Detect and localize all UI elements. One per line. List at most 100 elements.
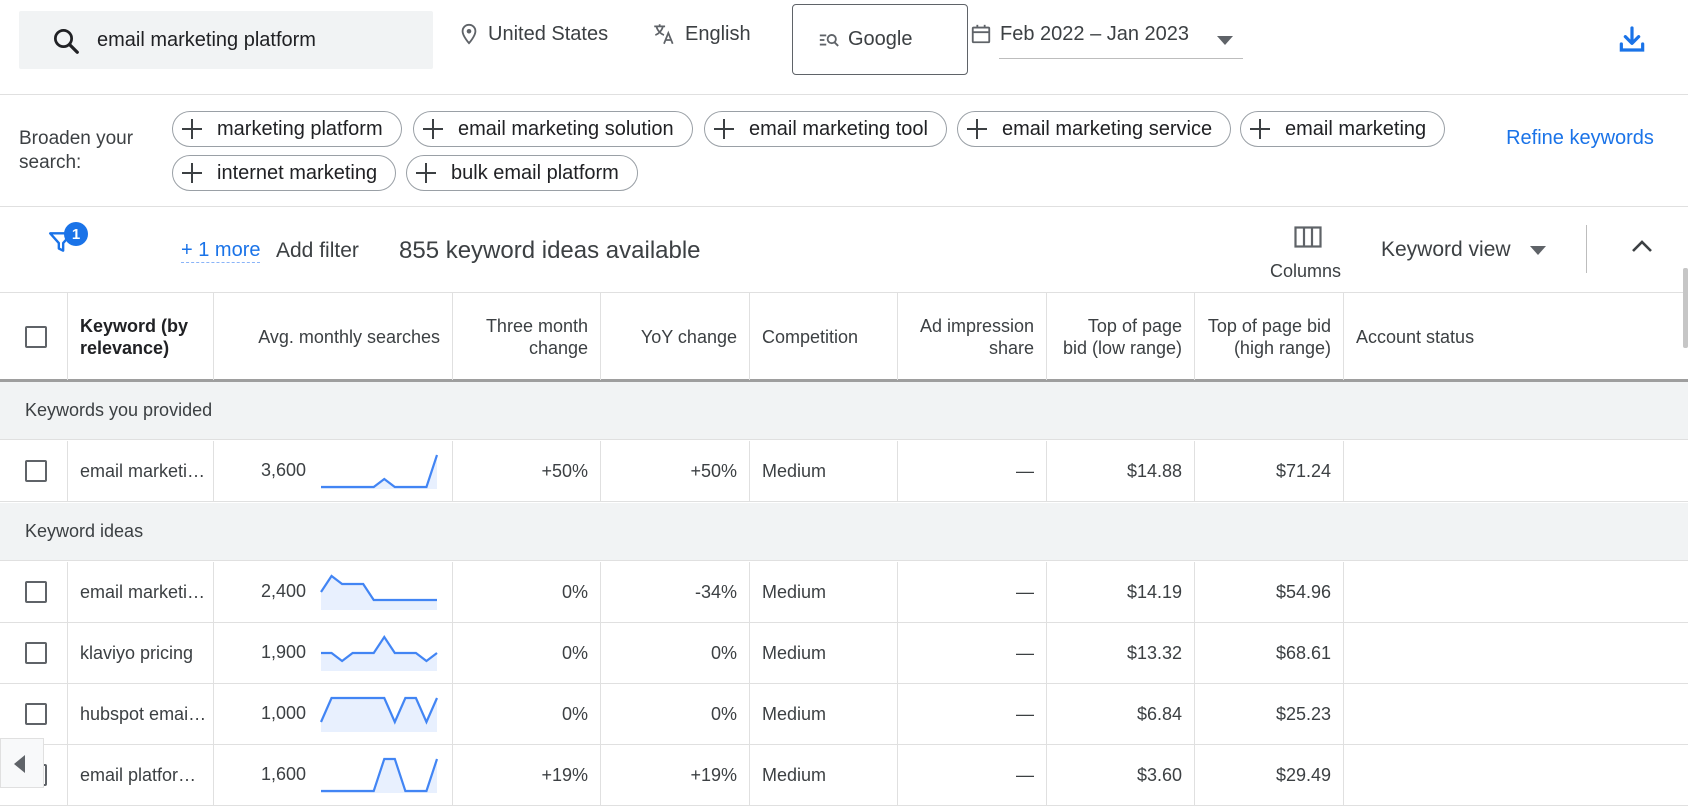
header-bid-high[interactable]: Top of page bid (high range) [1195, 293, 1344, 380]
row-select-cell [0, 684, 68, 744]
bid-high-cell: $71.24 [1195, 441, 1344, 501]
row-select-cell [0, 441, 68, 501]
broaden-pill[interactable]: internet marketing [172, 155, 397, 191]
plus-icon [422, 118, 444, 140]
row-checkbox[interactable] [25, 581, 47, 603]
header-account-status[interactable]: Account status [1344, 293, 1688, 380]
keyword-view-selector[interactable]: Keyword view [1381, 238, 1511, 262]
plus-icon [415, 162, 437, 184]
header-competition[interactable]: Competition [750, 293, 898, 380]
avg-searches-cell: 2,400 [214, 562, 453, 622]
divider [1586, 225, 1587, 273]
avg-searches-value: 3,600 [260, 460, 306, 480]
trend-sparkline [320, 574, 437, 610]
header-three-month-change[interactable]: Three month change [453, 293, 601, 380]
row-select-cell [0, 623, 68, 683]
plus-icon [966, 118, 988, 140]
refine-keywords-button[interactable]: Refine keywords [1500, 125, 1660, 151]
header-ad-impression-share[interactable]: Ad impression share [898, 293, 1047, 380]
chevron-down-icon[interactable] [1530, 246, 1546, 255]
sparkline-line [321, 454, 439, 489]
search-icon [54, 29, 79, 54]
search-value: email marketing platform [97, 29, 316, 51]
account-status-cell [1344, 441, 1688, 501]
avg-searches-value: 2,400 [260, 581, 306, 601]
keyword-cell[interactable]: email marketi… [68, 441, 214, 501]
calendar-icon [971, 24, 991, 44]
yoy-cell: +19% [601, 745, 750, 805]
scrollbar-thumb[interactable] [1683, 268, 1688, 348]
ad-share-cell: — [898, 684, 1047, 744]
location-pin-icon [461, 23, 477, 45]
keyword-cell[interactable]: hubspot emai… [68, 684, 214, 744]
chevron-down-icon[interactable] [1217, 36, 1233, 45]
yoy-cell: 0% [601, 684, 750, 744]
yoy-cell: -34% [601, 562, 750, 622]
keyword-ideas-count: 855 keyword ideas available [399, 237, 701, 264]
three-month-cell: +19% [453, 745, 601, 805]
header-avg-monthly-searches[interactable]: Avg. monthly searches [214, 293, 453, 380]
plus-icon [1249, 118, 1271, 140]
plus-icon [713, 118, 735, 140]
competition-cell: Medium [750, 623, 898, 683]
bid-high-cell: $25.23 [1195, 684, 1344, 744]
row-checkbox[interactable] [25, 460, 47, 482]
broaden-pill[interactable]: marketing platform [172, 111, 402, 147]
header-bid-low[interactable]: Top of page bid (low range) [1047, 293, 1195, 380]
keyword-cell[interactable]: klaviyo pricing [68, 623, 214, 683]
trend-sparkline [321, 635, 438, 671]
search-input[interactable]: email marketing platform [19, 11, 433, 69]
download-icon[interactable] [1616, 24, 1648, 56]
avg-searches-value: 1,600 [260, 764, 306, 784]
table-row: hubspot emai… 1,000 0% 0% Medium — $6.84 $25.23 [0, 684, 1688, 745]
bid-low-cell: $13.32 [1047, 623, 1195, 683]
trend-sparkline [321, 454, 439, 489]
competition-cell: Medium [750, 684, 898, 744]
location-selector[interactable]: United States [458, 19, 608, 49]
trend-sparkline [321, 757, 439, 793]
language-selector[interactable]: English [651, 19, 751, 49]
header-yoy-change[interactable]: YoY change [601, 293, 750, 380]
row-checkbox[interactable] [25, 703, 47, 725]
yoy-cell: 0% [601, 623, 750, 683]
row-checkbox[interactable] [25, 642, 47, 664]
chevron-up-icon[interactable] [1630, 238, 1654, 254]
three-month-cell: 0% [453, 623, 601, 683]
sparkline-area [321, 698, 437, 732]
more-filters-link[interactable]: + 1 more [181, 239, 261, 263]
competition-cell: Medium [750, 745, 898, 805]
date-range-selector[interactable]: Feb 2022 – Jan 2023 [970, 19, 1189, 49]
trend-sparkline [319, 696, 439, 732]
table-row: email marketi… 2,400 0% -34% Medium — $14.19 $5… [0, 562, 1688, 623]
competition-cell: Medium [750, 441, 898, 501]
broaden-label: Broaden your search: [19, 128, 134, 173]
add-filter-button[interactable]: Add filter [276, 239, 359, 263]
account-status-cell [1344, 745, 1688, 805]
broaden-pill[interactable]: email marketing service [957, 111, 1232, 147]
broaden-pill[interactable]: bulk email platform [406, 155, 638, 191]
columns-label[interactable]: Columns [1270, 261, 1341, 282]
broaden-pill[interactable]: email marketing solution [413, 111, 693, 147]
ad-share-cell: — [898, 441, 1047, 501]
language-label: English [685, 22, 751, 45]
table-row: email marketi… 3,600 +50% +50% Medium — $14.88… [0, 441, 1688, 502]
header-keyword[interactable]: Keyword (by relevance) [68, 293, 214, 380]
search-network-icon [819, 33, 839, 47]
avg-searches-cell: 1,000 [214, 684, 453, 744]
three-month-cell: +50% [453, 441, 601, 501]
select-all-checkbox[interactable] [25, 326, 47, 348]
broaden-pill[interactable]: email marketing [1240, 111, 1446, 147]
avg-searches-value: 1,900 [260, 642, 306, 662]
broaden-pill[interactable]: email marketing tool [704, 111, 947, 147]
filter-count-badge: 1 [64, 222, 88, 246]
scroll-left-button[interactable] [0, 738, 44, 788]
columns-icon[interactable] [1294, 226, 1322, 248]
sparkline-area [321, 637, 437, 671]
keyword-cell[interactable]: email platfor… [68, 745, 214, 805]
ad-share-cell: — [898, 623, 1047, 683]
date-range-label: Feb 2022 – Jan 2023 [1000, 22, 1190, 45]
keyword-cell[interactable]: email marketi… [68, 562, 214, 622]
network-selector[interactable]: Google [792, 4, 968, 75]
yoy-cell: +50% [601, 441, 750, 501]
bid-low-cell: $3.60 [1047, 745, 1195, 805]
